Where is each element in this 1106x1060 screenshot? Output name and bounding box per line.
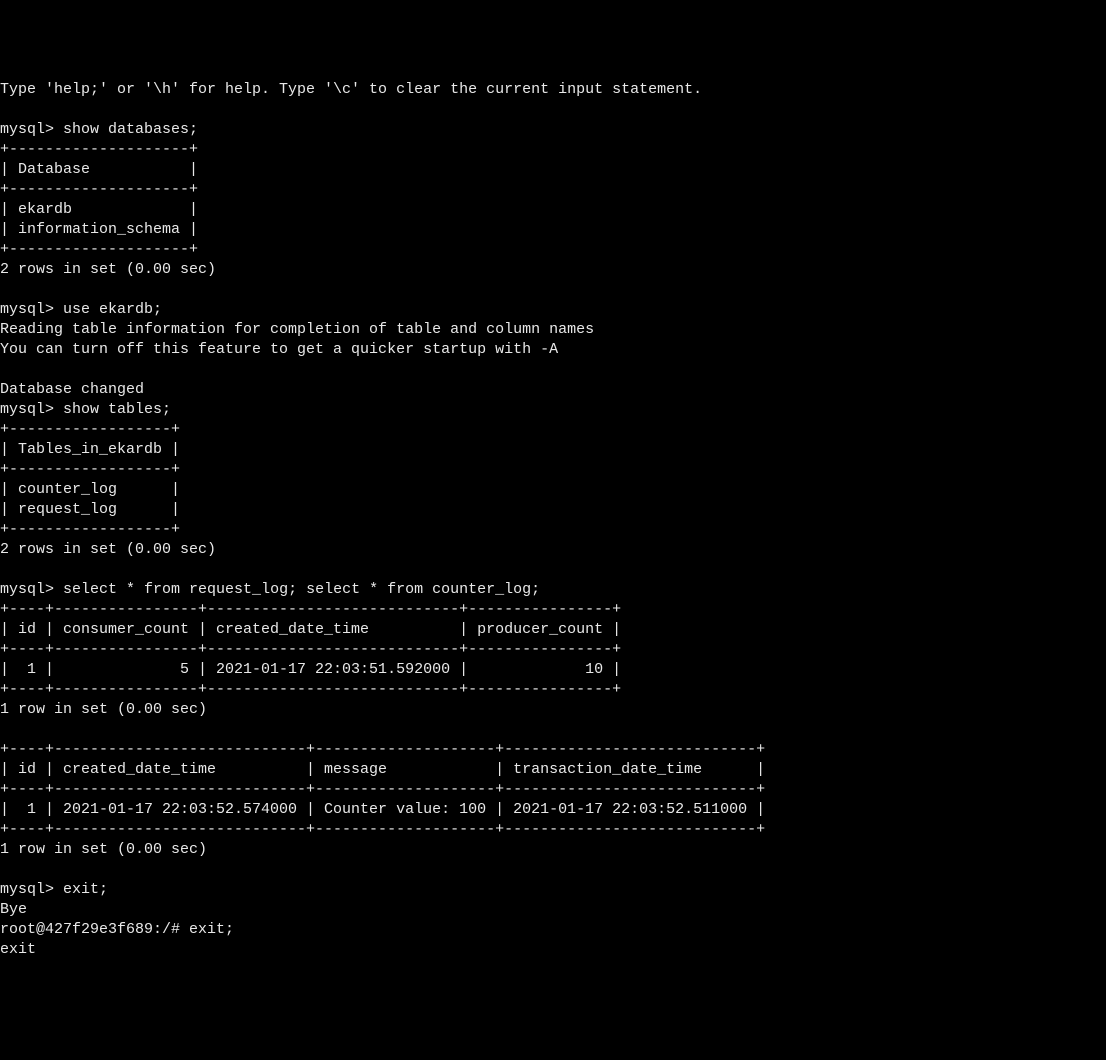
db-row: | information_schema |	[0, 221, 198, 238]
result-text: 1 row in set (0.00 sec)	[0, 841, 207, 858]
db-border: +--------------------+	[0, 141, 198, 158]
tables-row: | counter_log |	[0, 481, 180, 498]
counter-header: | id | created_date_time | message | tra…	[0, 761, 765, 778]
msg-exit: exit	[0, 941, 36, 958]
terminal-output[interactable]: Type 'help;' or '\h' for help. Type '\c'…	[0, 80, 1106, 960]
result-text: 1 row in set (0.00 sec)	[0, 701, 207, 718]
request-header: | id | consumer_count | created_date_tim…	[0, 621, 621, 638]
db-row: | ekardb |	[0, 201, 198, 218]
msg-dbchanged: Database changed	[0, 381, 144, 398]
help-text: Type 'help;' or '\h' for help. Type '\c'…	[0, 81, 702, 98]
tables-border: +------------------+	[0, 421, 180, 438]
cmd-exit-shell: exit;	[189, 921, 234, 938]
tables-header: | Tables_in_ekardb |	[0, 441, 180, 458]
db-header: | Database |	[0, 161, 198, 178]
counter-row: | 1 | 2021-01-17 22:03:52.574000 | Count…	[0, 801, 765, 818]
db-border: +--------------------+	[0, 181, 198, 198]
tables-border: +------------------+	[0, 521, 180, 538]
db-border: +--------------------+	[0, 241, 198, 258]
msg-bye: Bye	[0, 901, 27, 918]
request-border: +----+----------------+-----------------…	[0, 641, 621, 658]
msg-reading: Reading table information for completion…	[0, 321, 594, 338]
shell-prompt: root@427f29e3f689:/#	[0, 921, 180, 938]
request-row: | 1 | 5 | 2021-01-17 22:03:51.592000 | 1…	[0, 661, 621, 678]
counter-border: +----+----------------------------+-----…	[0, 821, 765, 838]
request-border: +----+----------------+-----------------…	[0, 681, 621, 698]
tables-border: +------------------+	[0, 461, 180, 478]
request-border: +----+----------------+-----------------…	[0, 601, 621, 618]
cmd-use-db: use ekardb;	[63, 301, 162, 318]
result-text: 2 rows in set (0.00 sec)	[0, 261, 216, 278]
counter-border: +----+----------------------------+-----…	[0, 781, 765, 798]
msg-turnoff: You can turn off this feature to get a q…	[0, 341, 558, 358]
mysql-prompt: mysql>	[0, 121, 54, 138]
mysql-prompt: mysql>	[0, 581, 54, 598]
mysql-prompt: mysql>	[0, 301, 54, 318]
counter-border: +----+----------------------------+-----…	[0, 741, 765, 758]
result-text: 2 rows in set (0.00 sec)	[0, 541, 216, 558]
tables-row: | request_log |	[0, 501, 180, 518]
cmd-show-tables: show tables;	[63, 401, 171, 418]
mysql-prompt: mysql>	[0, 401, 54, 418]
cmd-select-logs: select * from request_log; select * from…	[63, 581, 540, 598]
cmd-show-databases: show databases;	[63, 121, 198, 138]
